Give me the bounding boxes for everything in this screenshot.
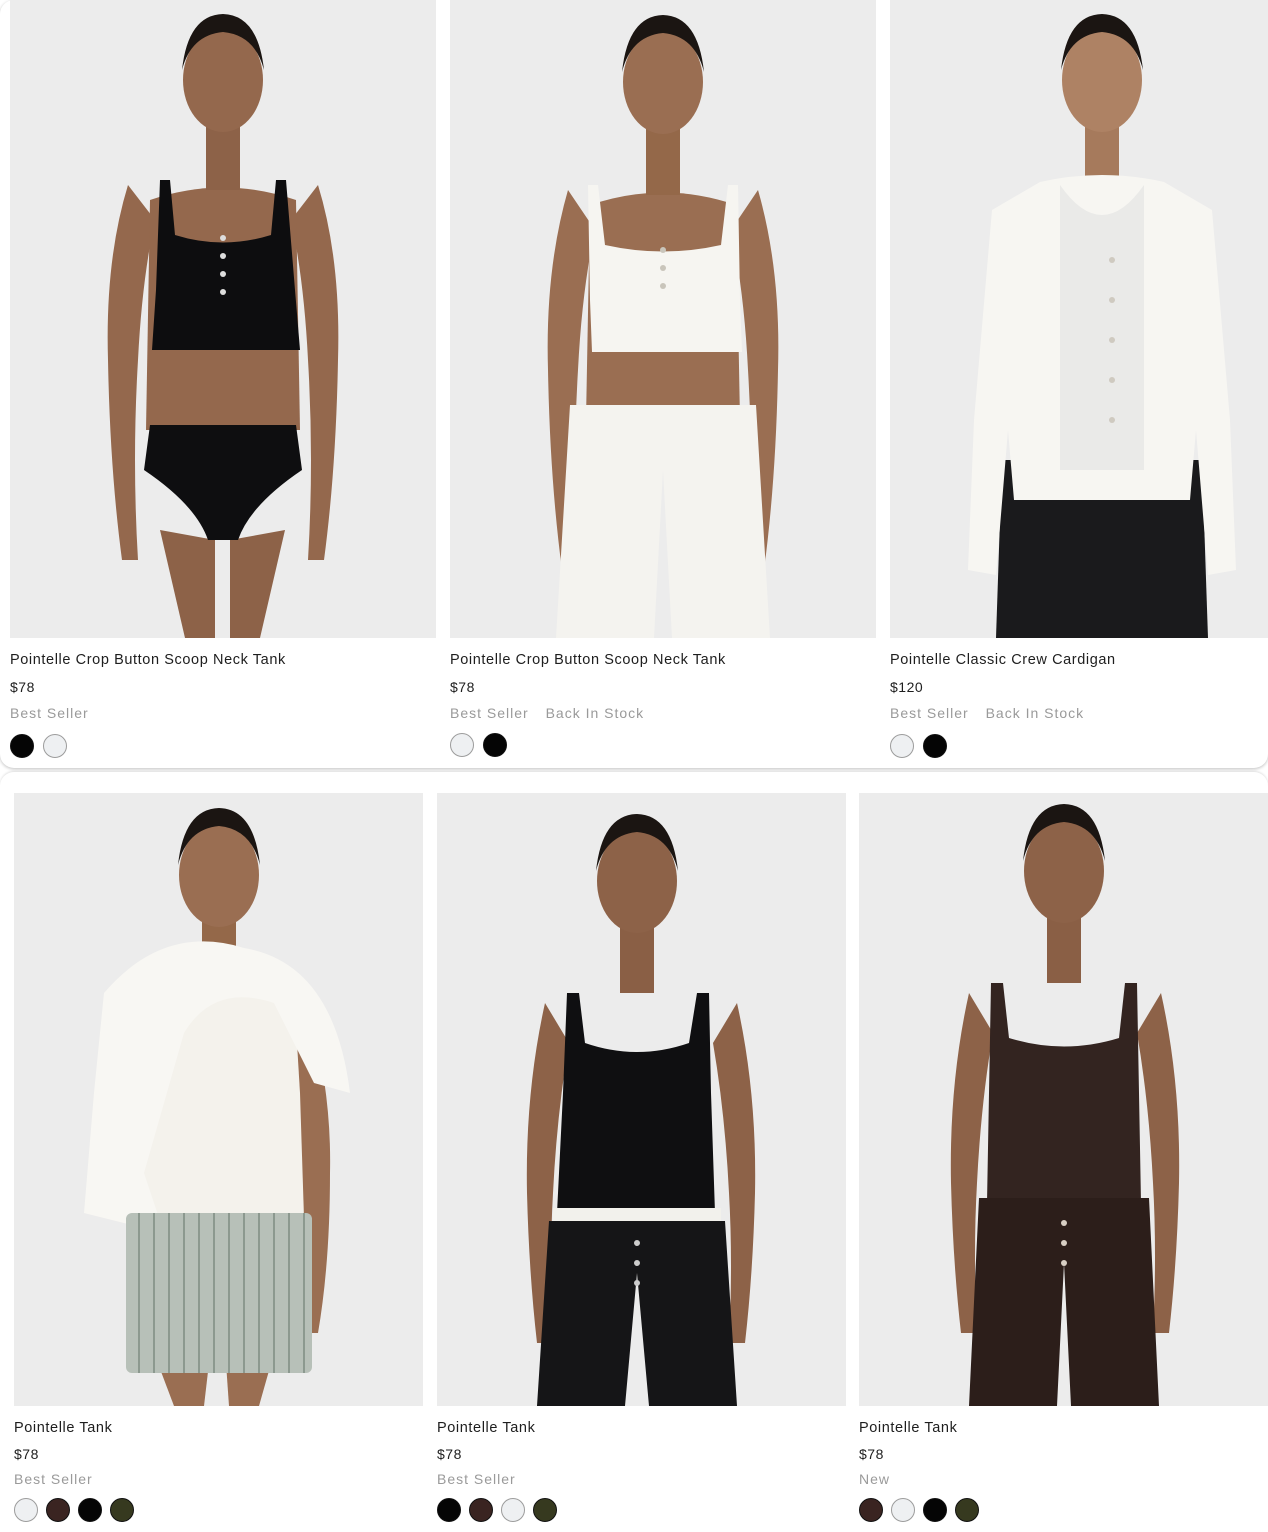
product-title[interactable]: Pointelle Tank [859, 1420, 957, 1436]
product-title[interactable]: Pointelle Crop Button Scoop Neck Tank [450, 652, 726, 668]
swatch-white[interactable] [14, 1498, 38, 1522]
model-photo [890, 0, 1268, 638]
swatch-olive[interactable] [533, 1498, 557, 1522]
badge-back-in-stock: Back In Stock [545, 705, 645, 721]
product-row-2: Pointelle Tank $78 Best Seller Pointelle… [0, 772, 1268, 1532]
model-photo [437, 793, 846, 1406]
product-badges: Best Seller Back In Stock [450, 705, 656, 721]
color-swatches [450, 733, 507, 757]
swatch-olive[interactable] [110, 1498, 134, 1522]
product-image[interactable] [14, 793, 423, 1406]
product-price: $120 [890, 679, 924, 695]
swatch-brown[interactable] [46, 1498, 70, 1522]
product-price: $78 [10, 679, 35, 695]
badge-best-seller: Best Seller [10, 705, 89, 721]
product-badges: Best Seller [437, 1471, 528, 1487]
swatch-white[interactable] [501, 1498, 525, 1522]
product-image[interactable] [10, 0, 436, 638]
product-badges: New [859, 1471, 902, 1487]
product-title[interactable]: Pointelle Crop Button Scoop Neck Tank [10, 652, 286, 668]
product-title[interactable]: Pointelle Tank [14, 1420, 112, 1436]
swatch-black[interactable] [78, 1498, 102, 1522]
product-image[interactable] [450, 0, 876, 638]
product-image[interactable] [890, 0, 1268, 638]
model-photo [10, 0, 436, 638]
model-photo [14, 793, 423, 1406]
color-swatches [10, 734, 67, 758]
product-badges: Best Seller [14, 1471, 105, 1487]
product-title[interactable]: Pointelle Tank [437, 1420, 535, 1436]
product-badges: Best Seller Back In Stock [890, 705, 1096, 721]
swatch-olive[interactable] [955, 1498, 979, 1522]
swatch-brown[interactable] [469, 1498, 493, 1522]
color-swatches [14, 1498, 134, 1522]
color-swatches [437, 1498, 557, 1522]
swatch-white[interactable] [891, 1498, 915, 1522]
badge-best-seller: Best Seller [14, 1471, 93, 1487]
swatch-black[interactable] [923, 734, 947, 758]
badge-new: New [859, 1471, 891, 1487]
product-badges: Best Seller [10, 705, 101, 721]
swatch-black[interactable] [923, 1498, 947, 1522]
product-row-1: Pointelle Crop Button Scoop Neck Tank $7… [0, 0, 1268, 768]
swatch-brown[interactable] [859, 1498, 883, 1522]
product-title[interactable]: Pointelle Classic Crew Cardigan [890, 652, 1116, 668]
swatch-white[interactable] [450, 733, 474, 757]
swatch-white[interactable] [43, 734, 67, 758]
product-price: $78 [437, 1446, 462, 1462]
swatch-black[interactable] [437, 1498, 461, 1522]
swatch-black[interactable] [10, 734, 34, 758]
badge-best-seller: Best Seller [450, 705, 529, 721]
badge-best-seller: Best Seller [890, 705, 969, 721]
model-photo [450, 0, 876, 638]
color-swatches [859, 1498, 979, 1522]
model-photo [859, 793, 1268, 1406]
product-price: $78 [14, 1446, 39, 1462]
swatch-black[interactable] [483, 733, 507, 757]
badge-best-seller: Best Seller [437, 1471, 516, 1487]
product-price: $78 [450, 679, 475, 695]
swatch-white[interactable] [890, 734, 914, 758]
color-swatches [890, 734, 947, 758]
product-price: $78 [859, 1446, 884, 1462]
badge-back-in-stock: Back In Stock [985, 705, 1085, 721]
product-image[interactable] [437, 793, 846, 1406]
product-image[interactable] [859, 793, 1268, 1406]
